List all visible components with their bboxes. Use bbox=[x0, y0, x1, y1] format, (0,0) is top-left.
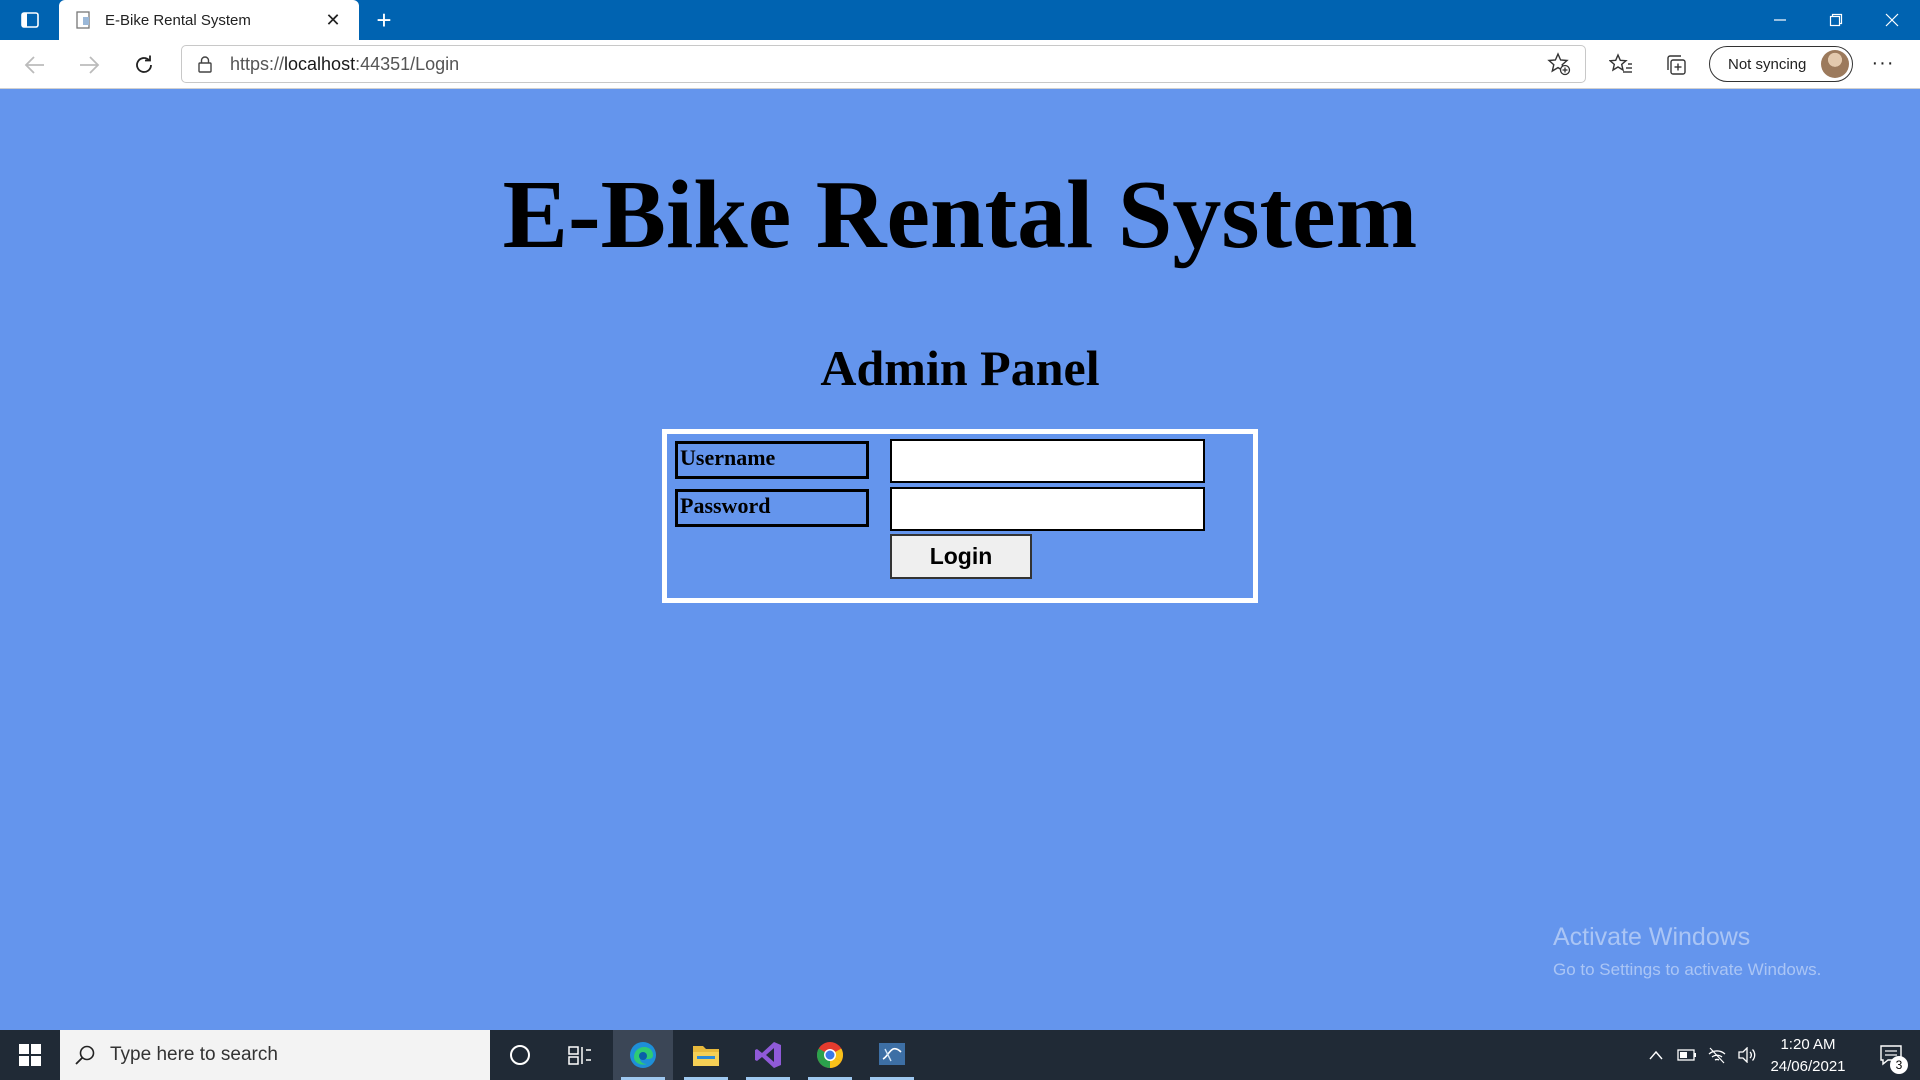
show-hidden-icons-icon[interactable] bbox=[1644, 1030, 1668, 1080]
login-button[interactable]: Login bbox=[890, 534, 1032, 579]
browser-titlebar: E-Bike Rental System ✕ + bbox=[0, 0, 1920, 40]
sync-status-label: Not syncing bbox=[1728, 55, 1807, 73]
username-label: Username bbox=[675, 441, 869, 479]
notification-count-badge: 3 bbox=[1890, 1056, 1908, 1074]
windows-taskbar: Type here to search 1:20 AM 24/06/2021 3 bbox=[0, 1030, 1920, 1080]
battery-icon[interactable] bbox=[1674, 1030, 1700, 1080]
browser-toolbar: https://localhost:44351/Login Not syncin… bbox=[0, 40, 1920, 89]
chrome-icon[interactable] bbox=[800, 1030, 860, 1080]
url-host: localhost bbox=[284, 53, 356, 74]
windows-activation-watermark: Activate Windows Go to Settings to activ… bbox=[1553, 923, 1821, 980]
tab-actions-icon[interactable] bbox=[10, 6, 50, 34]
watermark-line-1: Activate Windows bbox=[1553, 923, 1751, 951]
page-content: E-Bike Rental System Admin Panel Usernam… bbox=[0, 89, 1920, 1030]
password-label: Password bbox=[675, 489, 869, 527]
clock-time: 1:20 AM bbox=[1780, 1036, 1836, 1053]
search-icon bbox=[75, 1045, 95, 1065]
username-input[interactable] bbox=[890, 439, 1205, 483]
password-input[interactable] bbox=[890, 487, 1205, 531]
close-window-icon[interactable] bbox=[1864, 0, 1920, 40]
window-controls bbox=[1752, 0, 1920, 40]
cortana-icon[interactable] bbox=[490, 1030, 550, 1080]
taskbar-search[interactable]: Type here to search bbox=[60, 1030, 490, 1080]
volume-icon[interactable] bbox=[1734, 1030, 1760, 1080]
back-icon[interactable] bbox=[20, 50, 50, 80]
file-explorer-icon[interactable] bbox=[676, 1030, 736, 1080]
tab-close-icon[interactable]: ✕ bbox=[323, 10, 343, 31]
more-options-icon[interactable]: ··· bbox=[1868, 50, 1898, 80]
notification-center-icon[interactable]: 3 bbox=[1862, 1030, 1920, 1080]
task-view-icon[interactable] bbox=[550, 1030, 610, 1080]
add-favorite-icon[interactable] bbox=[1547, 52, 1571, 76]
page-title: E-Bike Rental System bbox=[502, 161, 1418, 269]
refresh-icon[interactable] bbox=[129, 50, 159, 80]
admin-panel-heading: Admin Panel bbox=[820, 340, 1100, 396]
profile-sync-button[interactable]: Not syncing bbox=[1709, 46, 1853, 82]
favorites-icon[interactable] bbox=[1606, 50, 1636, 80]
collections-icon[interactable] bbox=[1661, 50, 1691, 80]
taskbar-clock[interactable]: 1:20 AM 24/06/2021 bbox=[1758, 1034, 1858, 1078]
watermark-line-2: Go to Settings to activate Windows. bbox=[1553, 960, 1822, 979]
page-favicon-icon bbox=[76, 11, 90, 29]
minimize-icon[interactable] bbox=[1752, 0, 1808, 40]
restore-icon[interactable] bbox=[1808, 0, 1864, 40]
visual-studio-icon[interactable] bbox=[738, 1030, 798, 1080]
clock-date: 24/06/2021 bbox=[1770, 1058, 1846, 1075]
network-icon[interactable] bbox=[1704, 1030, 1730, 1080]
url-text[interactable]: https://localhost:44351/Login bbox=[230, 54, 1547, 75]
login-form: Username Password Login bbox=[662, 429, 1258, 603]
url-path: :44351/Login bbox=[355, 53, 460, 74]
browser-tab[interactable]: E-Bike Rental System ✕ bbox=[59, 0, 359, 40]
search-placeholder: Type here to search bbox=[110, 1044, 278, 1065]
windows-start-icon[interactable] bbox=[0, 1030, 60, 1080]
url-scheme: https:// bbox=[230, 53, 285, 74]
sql-server-icon[interactable] bbox=[862, 1030, 922, 1080]
address-bar[interactable]: https://localhost:44351/Login bbox=[181, 45, 1586, 83]
new-tab-icon[interactable]: + bbox=[368, 6, 400, 34]
avatar bbox=[1821, 50, 1849, 78]
forward-icon[interactable] bbox=[74, 50, 104, 80]
tab-title: E-Bike Rental System bbox=[105, 11, 251, 29]
lock-icon[interactable] bbox=[196, 55, 214, 73]
edge-icon[interactable] bbox=[613, 1030, 673, 1080]
